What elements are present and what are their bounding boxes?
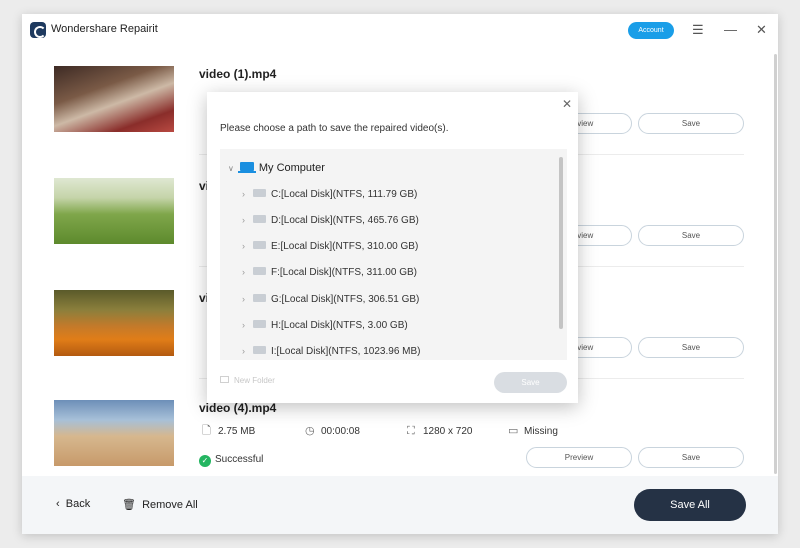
tree-root-label: My Computer (258, 162, 325, 174)
drive-label: C:[Local Disk](NTFS, 111.79 GB) (271, 189, 418, 200)
disk-icon (253, 189, 266, 197)
dialog-overlay: ✕ Please choose a path to save the repai… (0, 0, 800, 548)
drive-label: H:[Local Disk](NTFS, 3.00 GB) (271, 320, 408, 331)
dialog-save-button[interactable]: Save (494, 372, 567, 393)
disk-icon (253, 346, 266, 354)
disk-icon (253, 320, 266, 328)
chevron-down-icon[interactable]: ∨ (228, 164, 234, 173)
chevron-right-icon[interactable]: › (242, 320, 245, 330)
disk-icon (253, 267, 266, 275)
save-path-dialog: ✕ Please choose a path to save the repai… (207, 92, 578, 403)
computer-icon (237, 162, 256, 173)
chevron-right-icon[interactable]: › (242, 267, 245, 277)
chevron-right-icon[interactable]: › (242, 346, 245, 356)
tree-item-drive[interactable]: › G:[Local Disk](NTFS, 306.51 GB) (242, 294, 419, 305)
tree-root-my-computer[interactable]: ∨ My Computer (228, 162, 325, 174)
disk-icon (253, 215, 266, 223)
drive-label: E:[Local Disk](NTFS, 310.00 GB) (271, 241, 419, 252)
tree-item-drive[interactable]: › F:[Local Disk](NTFS, 311.00 GB) (242, 267, 417, 278)
chevron-right-icon[interactable]: › (242, 241, 245, 251)
chevron-right-icon[interactable]: › (242, 215, 245, 225)
dialog-message: Please choose a path to save the repaire… (220, 123, 449, 134)
drive-label: D:[Local Disk](NTFS, 465.76 GB) (271, 215, 419, 226)
folder-tree: ∨ My Computer › C:[Local Disk](NTFS, 111.7… (220, 149, 567, 360)
drive-label: G:[Local Disk](NTFS, 306.51 GB) (271, 294, 420, 305)
new-folder-label: New Folder (234, 376, 275, 385)
drive-label: F:[Local Disk](NTFS, 311.00 GB) (271, 267, 417, 278)
disk-icon (253, 241, 266, 249)
tree-item-drive[interactable]: › I:[Local Disk](NTFS, 1023.96 MB) (242, 346, 421, 357)
tree-item-drive[interactable]: › E:[Local Disk](NTFS, 310.00 GB) (242, 241, 418, 252)
chevron-right-icon[interactable]: › (242, 189, 245, 199)
drive-label: I:[Local Disk](NTFS, 1023.96 MB) (271, 346, 421, 357)
tree-item-drive[interactable]: › D:[Local Disk](NTFS, 465.76 GB) (242, 215, 419, 226)
folder-add-icon (220, 376, 229, 383)
dialog-close-icon[interactable]: ✕ (562, 97, 572, 111)
chevron-right-icon[interactable]: › (242, 294, 245, 304)
new-folder-button[interactable]: New Folder (220, 376, 275, 385)
tree-item-drive[interactable]: › H:[Local Disk](NTFS, 3.00 GB) (242, 320, 408, 331)
tree-scrollbar[interactable] (559, 157, 563, 329)
tree-item-drive[interactable]: › C:[Local Disk](NTFS, 111.79 GB) (242, 189, 417, 200)
disk-icon (253, 294, 266, 302)
